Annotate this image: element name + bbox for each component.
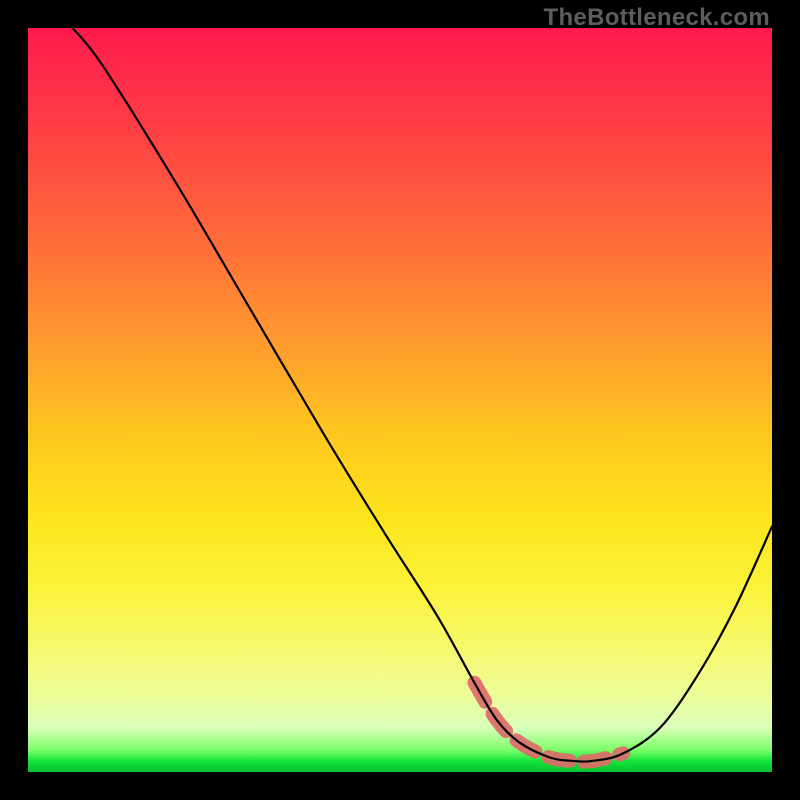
watermark-text: TheBottleneck.com	[544, 4, 770, 32]
plot-frame	[28, 28, 772, 772]
gradient-background	[28, 28, 772, 772]
